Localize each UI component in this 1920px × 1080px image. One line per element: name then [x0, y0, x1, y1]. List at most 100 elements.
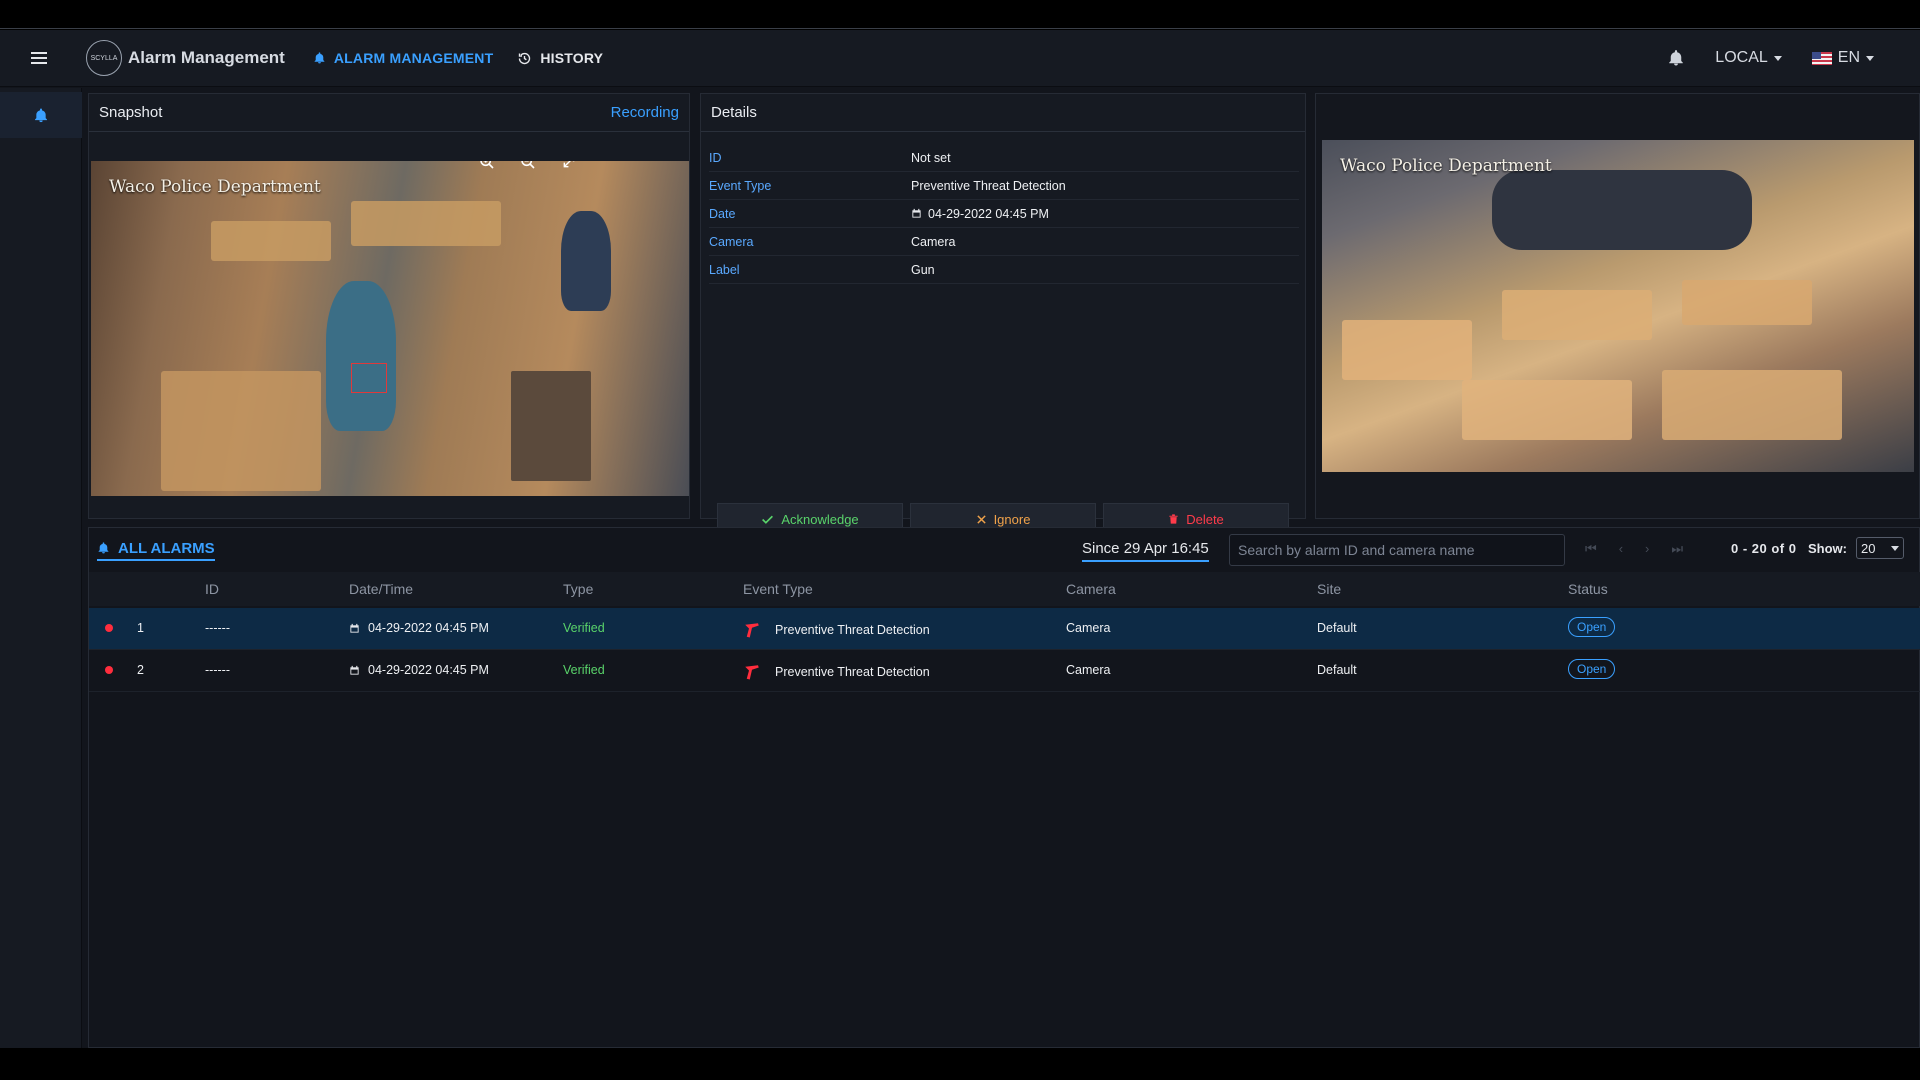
ignore-label: Ignore — [993, 511, 1031, 527]
window-top-bar — [0, 0, 1920, 29]
crowd-shape — [1492, 170, 1752, 250]
table-shape — [211, 221, 331, 261]
snapshot-panel: Snapshot Recording Waco Police Departmen… — [88, 93, 690, 519]
col-site[interactable]: Site — [1317, 581, 1341, 597]
bell-icon — [98, 542, 109, 554]
top-navbar: SCYLLA Alarm Management ALARM MANAGEMENT… — [0, 30, 1920, 87]
details-header: Details — [701, 94, 1305, 132]
page-size-select[interactable]: 20 — [1856, 537, 1904, 559]
table-shape — [1502, 290, 1652, 340]
table-shape — [1462, 380, 1632, 440]
gun-icon — [745, 623, 759, 638]
col-status[interactable]: Status — [1568, 581, 1608, 597]
last-page-icon[interactable]: ⏭ — [1671, 541, 1683, 557]
language-label: EN — [1837, 49, 1860, 66]
snapshot-header: Snapshot Recording — [89, 94, 689, 132]
table-row[interactable]: 2 ------ 04-29-2022 04:45 PM Verified Pr… — [89, 650, 1920, 692]
site-dropdown[interactable]: LOCAL — [1715, 49, 1782, 67]
zoom-in-icon — [480, 161, 494, 169]
table-shape — [351, 201, 501, 246]
next-page-icon[interactable]: › — [1645, 541, 1649, 557]
status-badge[interactable]: Open — [1568, 617, 1616, 637]
row-event-type: Preventive Threat Detection — [775, 665, 930, 679]
brand-title: Alarm Management — [128, 48, 285, 67]
detail-key: Label — [709, 262, 740, 277]
menu-toggle-button[interactable] — [0, 57, 78, 59]
row-number: 2 — [137, 663, 144, 677]
nav-alarm-management-label: ALARM MANAGEMENT — [333, 50, 494, 66]
row-camera: Camera — [1066, 663, 1111, 677]
person-shape — [326, 281, 396, 431]
col-datetime[interactable]: Date/Time — [349, 581, 413, 597]
nav-right-group: LOCAL EN — [1667, 49, 1920, 67]
calendar-icon — [912, 208, 921, 218]
detail-row-date: Date 04-29-2022 04:45 PM — [709, 200, 1299, 228]
detail-value: 04-29-2022 04:45 PM — [928, 206, 1049, 221]
table-shape — [161, 371, 321, 491]
row-number: 1 — [137, 621, 144, 635]
table-shape — [1662, 370, 1842, 440]
brand-logo[interactable]: SCYLLA — [86, 40, 122, 76]
alarms-toolbar: ALL ALARMS Since 29 Apr 16:45 ⏮ ‹ › ⏭ 0 … — [89, 528, 1920, 572]
detail-value-wrap: 04-29-2022 04:45 PM — [911, 207, 1049, 221]
prev-page-icon[interactable]: ‹ — [1619, 541, 1623, 557]
row-camera: Camera — [1066, 621, 1111, 635]
snapshot-camera-caption: Waco Police Department — [109, 177, 321, 197]
rail-alarms-button[interactable] — [0, 92, 82, 138]
detail-row-id: ID Not set — [709, 144, 1299, 172]
row-datetime-wrap: 04-29-2022 04:45 PM — [349, 621, 489, 635]
col-event-type[interactable]: Event Type — [743, 581, 813, 597]
side-rail — [0, 88, 82, 1048]
detail-value: Not set — [911, 150, 951, 165]
table-row[interactable]: 1 ------ 04-29-2022 04:45 PM Verified Pr… — [89, 608, 1920, 650]
row-event-type: Preventive Threat Detection — [775, 623, 930, 637]
all-alarms-tab[interactable]: ALL ALARMS — [97, 540, 215, 561]
alarm-search-input[interactable] — [1229, 534, 1565, 566]
pagination-controls: ⏮ ‹ › ⏭ — [1585, 541, 1683, 557]
notifications-bell-icon[interactable] — [1667, 49, 1685, 67]
detail-row-camera: Camera Camera — [709, 228, 1299, 256]
delete-label: Delete — [1186, 511, 1224, 527]
row-index: 1 — [105, 621, 144, 635]
since-filter[interactable]: Since 29 Apr 16:45 — [1082, 540, 1209, 562]
nav-alarm-management[interactable]: ALARM MANAGEMENT — [313, 50, 494, 66]
detail-key: Camera — [709, 234, 754, 249]
detail-row-label: Label Gun — [709, 256, 1299, 284]
detail-value: Camera — [911, 234, 956, 249]
trash-icon — [1169, 514, 1178, 524]
row-id: ------ — [205, 621, 230, 635]
table-shape — [1342, 320, 1472, 380]
site-dropdown-label: LOCAL — [1715, 49, 1768, 66]
language-dropdown[interactable]: EN — [1811, 49, 1874, 67]
chair-shape — [511, 371, 591, 481]
col-id[interactable]: ID — [205, 581, 219, 597]
zoom-out-icon — [521, 161, 535, 169]
person-shape — [561, 211, 611, 311]
expand-button[interactable] — [558, 161, 580, 173]
row-event-type-wrap: Preventive Threat Detection — [743, 663, 930, 681]
detail-value: Gun — [911, 262, 935, 277]
calendar-icon — [350, 623, 359, 633]
us-flag-icon — [1811, 51, 1832, 65]
show-label: Show: — [1808, 541, 1847, 556]
alarms-section: ALL ALARMS Since 29 Apr 16:45 ⏮ ‹ › ⏭ 0 … — [88, 527, 1920, 1048]
app-root: SCYLLA Alarm Management ALARM MANAGEMENT… — [0, 30, 1920, 1048]
col-camera[interactable]: Camera — [1066, 581, 1116, 597]
gun-icon — [745, 665, 759, 680]
first-page-icon[interactable]: ⏮ — [1585, 541, 1597, 557]
snapshot-image: Waco Police Department — [91, 161, 689, 496]
row-datetime: 04-29-2022 04:45 PM — [368, 621, 489, 635]
zoom-in-button[interactable] — [476, 161, 498, 173]
table-header: ID Date/Time Type Event Type Camera Site… — [89, 572, 1920, 606]
detail-key: ID — [709, 150, 722, 165]
caret-down-icon — [1773, 55, 1782, 61]
col-type[interactable]: Type — [563, 581, 593, 597]
row-datetime-wrap: 04-29-2022 04:45 PM — [349, 663, 489, 677]
recording-link[interactable]: Recording — [611, 104, 679, 121]
chevron-down-icon — [1891, 545, 1899, 551]
zoom-out-button[interactable] — [517, 161, 539, 173]
status-badge[interactable]: Open — [1568, 659, 1616, 679]
nav-history[interactable]: HISTORY — [517, 50, 603, 66]
detail-value: Preventive Threat Detection — [911, 178, 1066, 193]
details-title: Details — [711, 104, 757, 121]
